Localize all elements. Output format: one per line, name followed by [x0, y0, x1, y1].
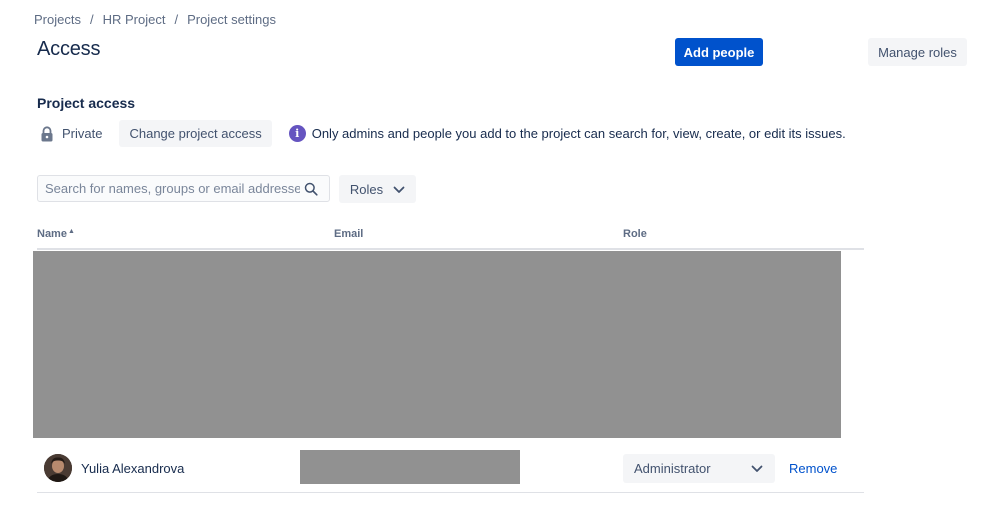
member-search-input[interactable]	[38, 181, 300, 196]
change-project-access-button[interactable]: Change project access	[119, 120, 272, 147]
manage-roles-button[interactable]: Manage roles	[868, 38, 967, 66]
role-select-value: Administrator	[634, 461, 711, 476]
page-title: Access	[37, 38, 101, 60]
column-header-role: Role	[623, 228, 647, 240]
lock-icon	[40, 125, 54, 142]
add-people-button[interactable]: Add people	[675, 38, 763, 66]
chevron-down-icon	[751, 461, 763, 476]
column-name-label: Name	[37, 228, 67, 240]
info-icon: i	[288, 125, 306, 142]
redacted-rows	[33, 251, 841, 438]
column-header-email: Email	[334, 228, 364, 240]
breadcrumb-hr-project[interactable]: HR Project	[103, 12, 166, 27]
project-access-row: Private Change project access i Only adm…	[40, 120, 846, 147]
chevron-down-icon	[393, 182, 405, 197]
visibility-label: Private	[62, 126, 103, 141]
role-select[interactable]: Administrator	[623, 454, 775, 483]
remove-member-link[interactable]: Remove	[789, 461, 837, 476]
breadcrumb: Projects / HR Project / Project settings	[34, 12, 276, 27]
column-header-name[interactable]: Name▲	[37, 228, 75, 240]
breadcrumb-separator: /	[89, 12, 94, 27]
roles-filter-button[interactable]: Roles	[339, 175, 416, 203]
member-name: Yulia Alexandrova	[81, 461, 185, 476]
project-access-title: Project access	[37, 95, 136, 111]
breadcrumb-project-settings[interactable]: Project settings	[187, 12, 276, 27]
roles-filter-label: Roles	[349, 181, 384, 197]
member-search-box	[37, 175, 330, 202]
table-row: Yulia Alexandrova Administrator Remove	[37, 444, 864, 493]
sort-ascending-icon: ▲	[67, 228, 75, 235]
redacted-email	[300, 450, 520, 484]
breadcrumb-projects[interactable]: Projects	[34, 12, 81, 27]
table-header: Name▲ Email Role	[37, 228, 864, 250]
avatar	[44, 454, 72, 482]
access-settings-page: Projects / HR Project / Project settings…	[0, 0, 999, 526]
access-info-text: Only admins and people you add to the pr…	[311, 126, 846, 141]
breadcrumb-separator: /	[174, 12, 179, 27]
search-icon[interactable]	[304, 182, 318, 196]
